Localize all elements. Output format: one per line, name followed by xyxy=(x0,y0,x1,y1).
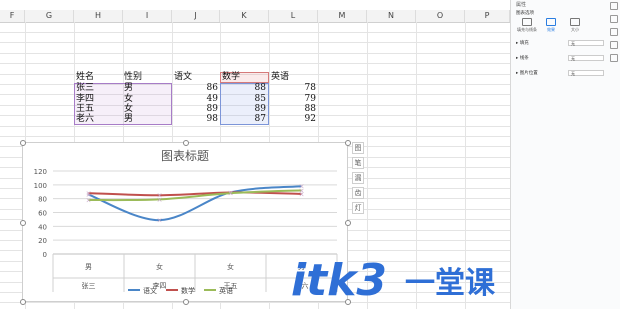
panel-tabs: 填充与线条 效果 大小 xyxy=(516,18,591,34)
tab-size[interactable]: 大小 xyxy=(564,18,586,33)
tab-fill-line[interactable]: 填充与线条 xyxy=(516,18,538,33)
watermark-cn-text: 一堂课 xyxy=(405,266,496,301)
column-header-O[interactable]: O xyxy=(416,10,465,22)
header-math[interactable]: 数学 xyxy=(222,72,240,83)
chart-filter-icon[interactable]: 漏 xyxy=(352,172,364,184)
itk3-watermark: itk3 一堂课 xyxy=(291,255,496,303)
chart-settings-icon[interactable]: 齿 xyxy=(352,187,364,199)
legend-label-1: 数学 xyxy=(181,286,195,295)
cell-chinese[interactable]: 86 xyxy=(172,83,218,94)
x-tick-label-gender: 男 xyxy=(85,263,92,271)
column-header-M[interactable]: M xyxy=(318,10,367,22)
effects-icon xyxy=(546,18,556,26)
resize-handle-ml[interactable] xyxy=(20,220,26,226)
tab-label: 填充与线条 xyxy=(517,27,537,32)
data-point-marker: × xyxy=(228,190,234,198)
cell-chinese[interactable]: 98 xyxy=(172,114,218,125)
fill-row[interactable]: ▸ 填充 无 xyxy=(516,40,606,48)
data-point-marker: × xyxy=(86,197,92,205)
resize-handle-bl[interactable] xyxy=(20,299,26,305)
resize-handle-tl[interactable] xyxy=(20,140,26,146)
resize-handle-bm[interactable] xyxy=(183,299,189,305)
column-header-J[interactable]: J xyxy=(172,10,220,22)
header-english[interactable]: 英语 xyxy=(271,72,289,83)
column-header-I[interactable]: I xyxy=(123,10,172,22)
cell-english[interactable]: 78 xyxy=(269,83,316,94)
settings-icon[interactable] xyxy=(609,54,618,62)
tab-label: 大小 xyxy=(571,27,579,32)
grid-hline xyxy=(0,63,510,64)
tab-label: 效果 xyxy=(547,27,555,32)
tab-effects[interactable]: 效果 xyxy=(540,18,562,33)
column-header-K[interactable]: K xyxy=(220,10,269,22)
chart-style-icon[interactable]: 笔 xyxy=(352,157,364,169)
line-row-label: ▸ 线条 xyxy=(516,56,529,61)
legend-label-2: 英语 xyxy=(219,286,233,295)
style-icon[interactable] xyxy=(609,28,618,36)
header-name[interactable]: 姓名 xyxy=(76,72,94,83)
y-tick-label: 20 xyxy=(38,237,47,245)
grid-hline xyxy=(0,136,510,137)
y-tick-label: 60 xyxy=(38,210,47,218)
resize-handle-tr[interactable] xyxy=(345,140,351,146)
column-header-F[interactable]: F xyxy=(0,10,25,22)
column-header-P[interactable]: P xyxy=(465,10,510,22)
line-row[interactable]: ▸ 线条 无 xyxy=(516,55,606,63)
data-point-marker: × xyxy=(157,217,163,225)
data-point-marker: × xyxy=(157,196,163,204)
panel-subtitle[interactable]: 图表选项 xyxy=(516,10,534,16)
panel-title: 属性 xyxy=(516,2,527,8)
picture-position-row-label: ▸ 图片位置 xyxy=(516,71,538,76)
column-header-L[interactable]: L xyxy=(269,10,318,22)
series-line-1 xyxy=(88,191,302,197)
picture-position-row[interactable]: ▸ 图片位置 无 xyxy=(516,70,606,78)
cell-gender[interactable]: 男 xyxy=(124,114,133,125)
chart-title: 图表标题 xyxy=(161,149,209,163)
x-tick-label-name: 张三 xyxy=(82,281,96,290)
panel-side-toolbar xyxy=(609,2,618,67)
resize-handle-mr[interactable] xyxy=(345,220,351,226)
properties-icon[interactable] xyxy=(609,15,618,23)
cell-math[interactable]: 87 xyxy=(220,114,266,125)
grid-hline xyxy=(0,126,510,127)
fill-select[interactable]: 无 xyxy=(568,40,604,46)
picture-position-select[interactable]: 无 xyxy=(568,70,604,76)
chart-elements-icon[interactable]: 图 xyxy=(352,142,364,154)
shape-icon[interactable] xyxy=(609,41,618,49)
cell-gender[interactable]: 男 xyxy=(124,83,133,94)
data-point-marker: × xyxy=(299,187,305,195)
grid-hline xyxy=(0,53,510,54)
y-tick-label: 100 xyxy=(34,182,47,190)
chart-toolbar: 图 笔 漏 齿 灯 xyxy=(352,142,364,217)
watermark-logo-text: itk3 xyxy=(291,255,387,303)
header-chinese[interactable]: 语文 xyxy=(174,72,192,83)
spreadsheet-area[interactable]: FGHIJKLMNOP 姓名 性别 语文 数学 英语 张三 男 86 88 78… xyxy=(0,0,510,309)
grid-hline xyxy=(0,32,510,33)
properties-panel: 属性 图表选项 填充与线条 效果 大小 ▸ 填充 无 ▸ 线条 无 ▸ 图片位置… xyxy=(510,0,620,309)
cell-name[interactable]: 老六 xyxy=(76,114,94,125)
x-tick-label-gender: 女 xyxy=(227,262,234,271)
cell-english[interactable]: 92 xyxy=(269,114,316,125)
y-tick-label: 80 xyxy=(38,196,47,204)
chart-tip-icon[interactable]: 灯 xyxy=(352,202,364,214)
column-header-N[interactable]: N xyxy=(367,10,416,22)
size-icon xyxy=(570,18,580,26)
column-header-bar: FGHIJKLMNOP xyxy=(0,10,510,23)
cell-math[interactable]: 88 xyxy=(220,83,266,94)
y-tick-label: 120 xyxy=(34,168,47,176)
grid-hline xyxy=(0,42,510,43)
fill-row-label: ▸ 填充 xyxy=(516,41,529,46)
x-tick-label-gender: 女 xyxy=(156,262,163,271)
cell-name[interactable]: 张三 xyxy=(76,83,94,94)
select-icon[interactable] xyxy=(609,2,618,10)
legend-label-0: 语文 xyxy=(143,286,157,295)
resize-handle-tm[interactable] xyxy=(183,140,189,146)
y-tick-label: 0 xyxy=(43,251,47,259)
line-select[interactable]: 无 xyxy=(568,55,604,61)
fill-bucket-icon xyxy=(522,18,532,26)
column-header-G[interactable]: G xyxy=(25,10,74,22)
y-tick-label: 40 xyxy=(38,223,47,231)
header-gender[interactable]: 性别 xyxy=(124,72,142,83)
column-header-H[interactable]: H xyxy=(74,10,123,22)
